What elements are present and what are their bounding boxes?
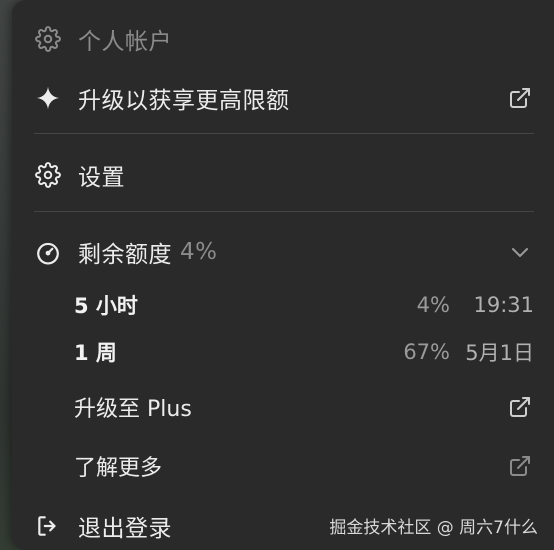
menu-item-label: 升级以获享更高限额 — [78, 88, 290, 114]
menu-item-upgrade-plus[interactable]: 升级至 Plus — [74, 391, 542, 423]
menu-item-label: 个人帐户 — [78, 29, 172, 55]
usage-reset-time: 5月1日 — [465, 341, 534, 365]
menu-item-label: 退出登录 — [78, 516, 172, 542]
menu-item-upgrade-limit[interactable]: 升级以获享更高限额 — [34, 81, 542, 115]
menu-item-personal-account[interactable]: 个人帐户 — [34, 22, 542, 56]
menu-item-label: 了解更多 — [74, 456, 163, 481]
sparkle-icon — [34, 84, 62, 112]
usage-row-1w: 1 周 67% 5月1日 — [74, 337, 534, 367]
gauge-icon — [34, 238, 62, 266]
menu-item-learn-more[interactable]: 了解更多 — [74, 450, 542, 482]
menu-divider — [34, 211, 534, 212]
menu-item-label: 剩余额度 — [78, 242, 172, 268]
usage-reset-time: 19:31 — [473, 293, 534, 317]
gear-icon — [34, 25, 62, 53]
usage-percent: 4% — [416, 293, 450, 317]
menu-item-label: 升级至 Plus — [74, 397, 192, 422]
external-link-icon — [508, 86, 532, 110]
menu-divider — [34, 133, 534, 134]
usage-window-name: 1 周 — [74, 341, 117, 365]
remaining-percent: 4% — [180, 239, 218, 265]
logout-icon — [34, 512, 62, 540]
gear-icon — [34, 161, 62, 189]
menu-item-settings[interactable]: 设置 — [34, 158, 542, 192]
account-menu: 个人帐户 升级以获享更高限额 设置 剩余额度 4% 5 小时 4% 19:31 … — [12, 0, 554, 550]
chevron-down-icon[interactable] — [508, 240, 532, 264]
usage-window-name: 5 小时 — [74, 294, 138, 318]
external-link-icon — [508, 395, 532, 419]
watermark: 掘金技术社区 @ 周六7什么 — [329, 518, 538, 538]
menu-item-remaining-quota[interactable]: 剩余额度 4% — [34, 235, 542, 269]
menu-item-label: 设置 — [78, 165, 125, 191]
external-link-icon — [508, 454, 532, 478]
usage-row-5h: 5 小时 4% 19:31 — [74, 290, 534, 320]
usage-percent: 67% — [403, 340, 450, 364]
